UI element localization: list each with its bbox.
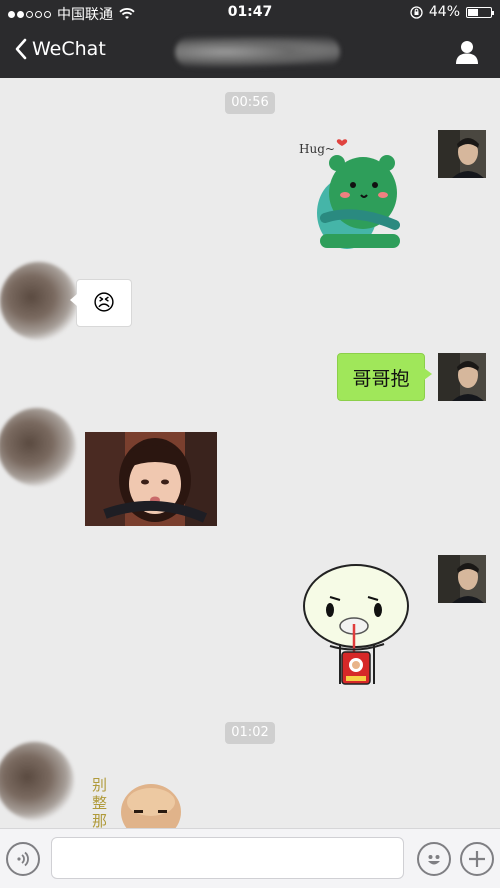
chevron-left-icon [15, 38, 27, 60]
friend-avatar-obscured[interactable] [0, 742, 74, 820]
friend-message-bubble[interactable]: 😣 [70, 279, 132, 327]
my-avatar[interactable] [438, 353, 486, 401]
chat-title-obscured [175, 36, 340, 68]
back-label: WeChat [32, 38, 106, 60]
bald-man-meme-sticker[interactable]: 别整那 [88, 774, 188, 828]
voice-input-button[interactable] [6, 842, 40, 876]
sticker-caption: 别整那 [92, 776, 108, 828]
contact-profile-icon[interactable] [454, 39, 480, 65]
voice-icon [17, 851, 29, 867]
my-avatar[interactable] [438, 130, 486, 178]
round-face-drinking-sticker[interactable] [300, 564, 412, 688]
timestamp: 01:02 [225, 722, 275, 744]
plus-icon [469, 851, 485, 867]
more-options-button[interactable] [460, 842, 494, 876]
message-input[interactable] [51, 837, 404, 879]
back-button[interactable]: WeChat [14, 38, 106, 60]
sticker-caption: Hug~ [299, 142, 335, 156]
girl-pout-photo[interactable] [85, 432, 217, 526]
battery-area: 44% [410, 4, 494, 20]
status-bar: 中国联通 01:47 44% [0, 0, 500, 26]
rotation-lock-icon [410, 5, 423, 19]
friend-avatar-obscured[interactable] [0, 408, 76, 486]
battery-icon [466, 6, 494, 18]
my-avatar[interactable] [438, 555, 486, 603]
green-bear-hug-sticker[interactable]: Hug~ [295, 133, 415, 253]
input-bar [0, 828, 500, 888]
nav-bar: WeChat [0, 26, 500, 78]
timestamp: 00:56 [225, 92, 275, 114]
persevering-face-emoji: 😣 [92, 290, 116, 316]
message-text: 哥哥抱 [352, 367, 410, 390]
smiley-icon [428, 855, 440, 865]
battery-percent: 44% [428, 4, 460, 20]
my-message-bubble[interactable]: 哥哥抱 [337, 353, 432, 401]
emoji-button[interactable] [417, 842, 451, 876]
chat-area[interactable]: 00:56 Hug~ 😣 哥哥抱 01:02 别整那 [0, 78, 500, 828]
friend-avatar-obscured[interactable] [0, 262, 78, 340]
